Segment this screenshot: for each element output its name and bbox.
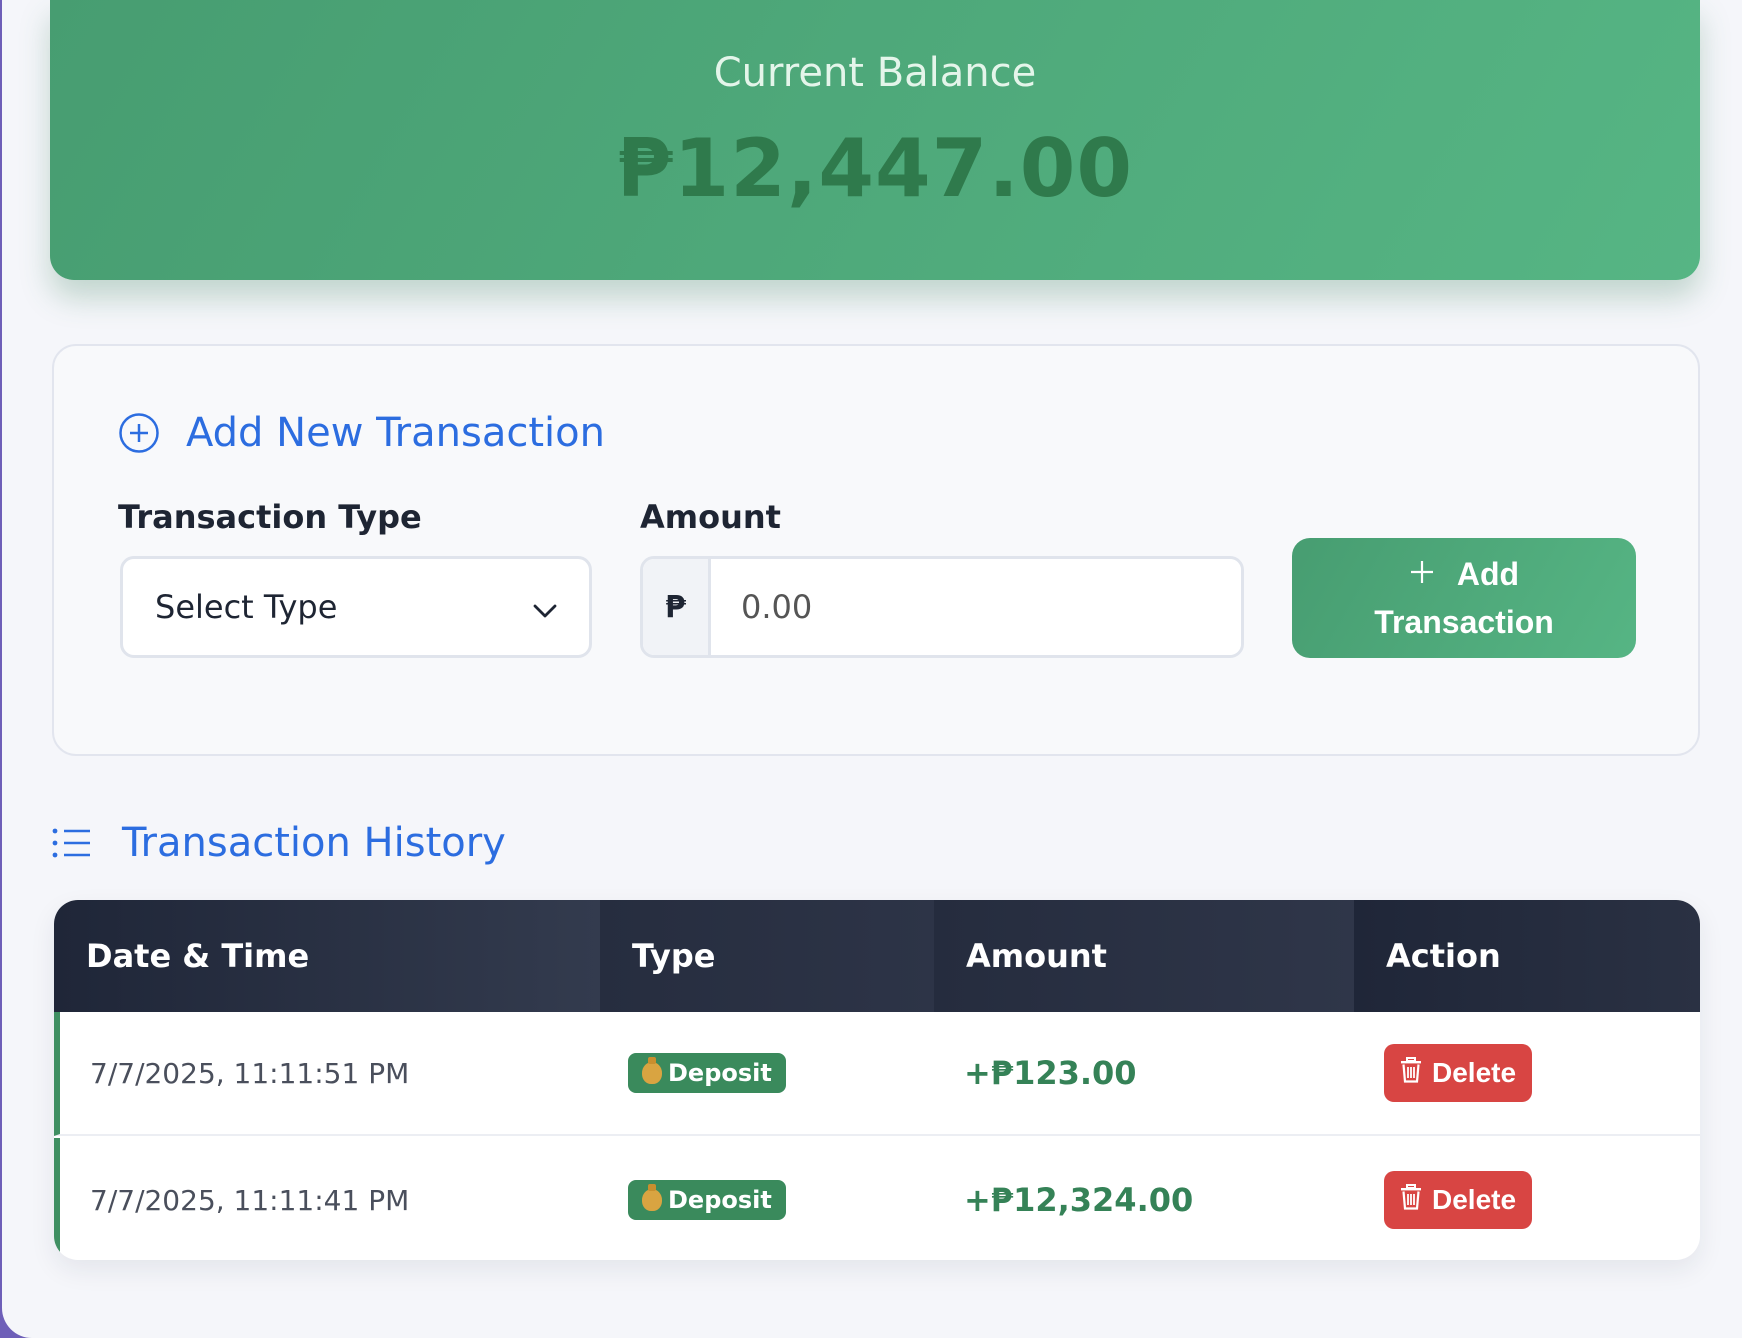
balance-value: ₱12,447.00 [616, 122, 1134, 215]
add-transaction-button[interactable]: Add Transaction [1292, 538, 1636, 658]
row-action-cell: Delete [1354, 1138, 1700, 1260]
history-title: Transaction History [52, 820, 506, 866]
add-button-label-line2: Transaction [1374, 604, 1554, 640]
plus-circle-icon [118, 412, 160, 454]
column-header-action: Action [1354, 900, 1700, 1012]
row-type-cell: Deposit [600, 1138, 934, 1260]
form-title-text: Add New Transaction [186, 410, 605, 456]
trash-icon [1400, 1056, 1422, 1090]
column-header-datetime: Date & Time [54, 900, 600, 1012]
column-header-amount: Amount [934, 900, 1354, 1012]
transaction-type-value: Select Type [155, 588, 338, 626]
add-transaction-card: Add New Transaction Transaction Type Sel… [52, 344, 1700, 756]
delete-button[interactable]: Delete [1384, 1171, 1533, 1229]
delete-label: Delete [1432, 1057, 1517, 1088]
badge-label: Deposit [668, 1186, 772, 1214]
amount-input-group: ₱ [640, 556, 1244, 658]
chevron-down-icon [533, 588, 557, 626]
row-type-cell: Deposit [600, 1012, 934, 1134]
table-row: 7/7/2025, 11:11:51 PM Deposit +₱123.00 D… [54, 1012, 1700, 1136]
currency-prefix: ₱ [643, 559, 711, 655]
balance-label: Current Balance [713, 50, 1037, 96]
transactions-table: Date & Time Type Amount Action 7/7/2025,… [54, 900, 1700, 1260]
money-bag-icon [642, 1184, 662, 1211]
deposit-badge: Deposit [628, 1053, 786, 1093]
row-action-cell: Delete [1354, 1012, 1700, 1134]
table-row: 7/7/2025, 11:11:41 PM Deposit +₱12,324.0… [54, 1138, 1700, 1260]
table-header: Date & Time Type Amount Action [54, 900, 1700, 1012]
amount-label: Amount [640, 498, 781, 536]
plus-icon [1409, 550, 1435, 598]
row-amount: +₱123.00 [964, 1054, 1137, 1092]
list-icon [52, 825, 92, 861]
money-bag-icon [642, 1057, 662, 1084]
row-datetime: 7/7/2025, 11:11:41 PM [90, 1183, 410, 1217]
transaction-type-label: Transaction Type [118, 498, 422, 536]
delete-button[interactable]: Delete [1384, 1044, 1533, 1102]
column-header-type: Type [600, 900, 934, 1012]
transaction-type-select[interactable]: Select Type [120, 556, 592, 658]
amount-input[interactable] [711, 559, 1241, 655]
form-title: Add New Transaction [118, 410, 605, 456]
balance-card: Current Balance ₱12,447.00 [50, 0, 1700, 280]
delete-label: Delete [1432, 1184, 1517, 1215]
trash-icon [1400, 1183, 1422, 1217]
row-datetime: 7/7/2025, 11:11:51 PM [90, 1056, 410, 1090]
deposit-badge: Deposit [628, 1180, 786, 1220]
history-title-text: Transaction History [122, 820, 506, 866]
row-amount: +₱12,324.00 [964, 1181, 1194, 1219]
page: Current Balance ₱12,447.00 Add New Trans… [2, 0, 1742, 1338]
badge-label: Deposit [668, 1059, 772, 1087]
add-button-label-line1: Add [1456, 556, 1520, 592]
